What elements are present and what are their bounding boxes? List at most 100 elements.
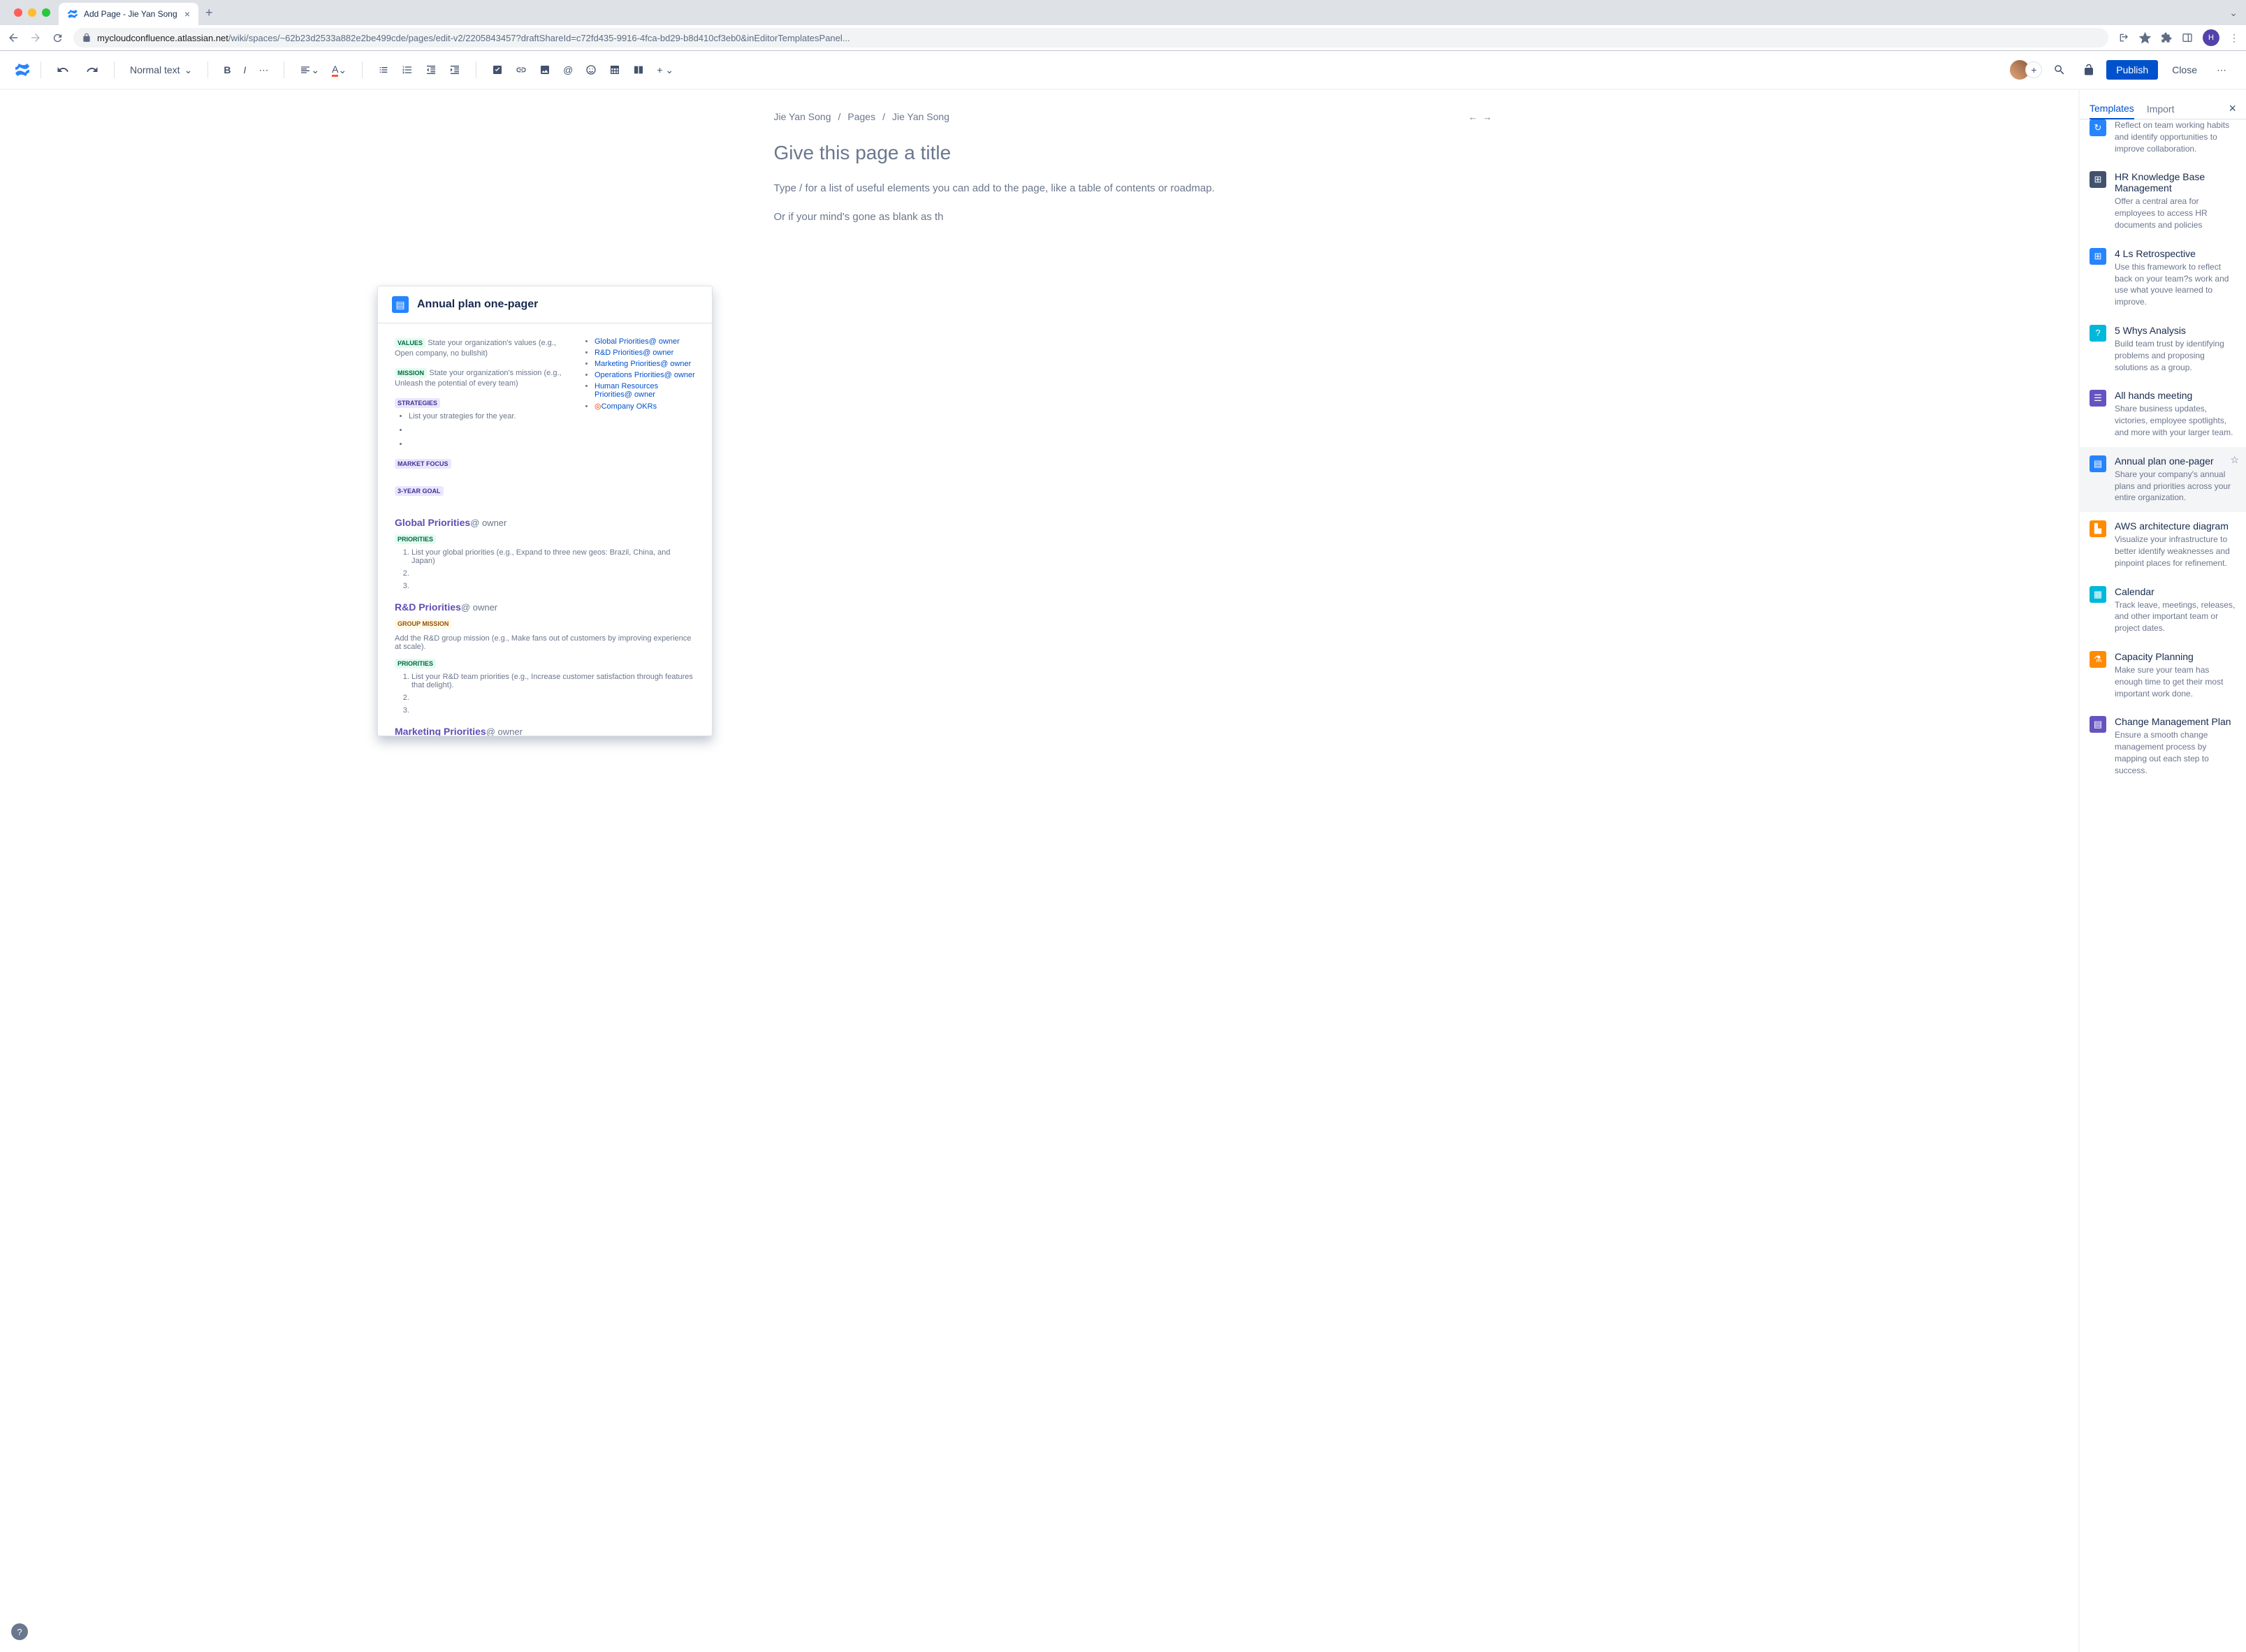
url-actions: H ⋮ [2118, 29, 2239, 46]
insert-more-button[interactable]: + ⌄ [651, 60, 679, 80]
share-icon[interactable] [2118, 32, 2129, 43]
confluence-logo[interactable] [14, 61, 31, 78]
window-close[interactable] [14, 8, 22, 17]
template-desc: Visualize your infrastructure to better … [2115, 534, 2236, 569]
star-icon[interactable] [2139, 32, 2151, 44]
breadcrumb: Jie Yan Song / Pages / Jie Yan Song ← → [774, 111, 1305, 122]
text-style-dropdown[interactable]: Normal text ⌄ [124, 61, 198, 79]
outdent-button[interactable] [420, 60, 442, 80]
template-list[interactable]: ↻ Reflect on team working habits and ide… [2080, 119, 2246, 1652]
chrome-menu-icon[interactable]: ⋮ [2229, 32, 2239, 44]
browser-tab[interactable]: Add Page - Jie Yan Song × [59, 3, 198, 25]
tab-close-icon[interactable]: × [184, 8, 190, 20]
template-item[interactable]: ☰ All hands meeting Share business updat… [2080, 381, 2246, 446]
mission-label: MISSION [395, 368, 427, 378]
mention-button[interactable]: @ [557, 60, 578, 80]
bullet-list-button[interactable] [372, 60, 395, 80]
template-desc: Ensure a smooth change management proces… [2115, 729, 2236, 776]
template-item[interactable]: ▦ Calendar Track leave, meetings, releas… [2080, 578, 2246, 643]
more-formatting-button[interactable]: ⋯ [253, 60, 274, 80]
window-minimize[interactable] [28, 8, 36, 17]
template-icon: ⊞ [2090, 171, 2106, 188]
bold-button[interactable]: B [218, 60, 236, 80]
close-editor-button[interactable]: Close [2164, 60, 2205, 80]
new-tab-button[interactable]: + [198, 6, 220, 20]
sidepanel-icon[interactable] [2182, 32, 2193, 43]
breadcrumb-item[interactable]: Pages [847, 111, 875, 122]
template-title: Annual plan one-pager [2115, 455, 2236, 467]
nav-reload-button[interactable] [52, 32, 64, 44]
tabs-chevron-icon[interactable]: ⌄ [2221, 7, 2246, 19]
search-button[interactable] [2048, 59, 2071, 80]
restrictions-button[interactable] [2077, 59, 2101, 80]
publish-button[interactable]: Publish [2106, 60, 2158, 80]
template-title: All hands meeting [2115, 390, 2236, 401]
template-preview-icon: ▤ [392, 296, 409, 313]
emoji-button[interactable] [580, 60, 602, 80]
link-button[interactable] [510, 60, 532, 80]
template-desc: Share your company's annual plans and pr… [2115, 469, 2236, 504]
nav-back-button[interactable] [7, 31, 20, 44]
marketing-priorities-heading: Marketing Priorities@ owner [395, 726, 695, 736]
editor-area[interactable]: Jie Yan Song / Pages / Jie Yan Song ← → … [0, 90, 2078, 1652]
profile-avatar[interactable]: H [2203, 29, 2219, 46]
traffic-lights [6, 8, 59, 17]
url-bar: mycloudconfluence.atlassian.net/wiki/spa… [0, 25, 2246, 50]
strategies-label: STRATEGIES [395, 398, 440, 408]
template-preview-popup: ▤ Annual plan one-pager VALUES State you… [377, 286, 713, 736]
template-desc: Use this framework to reflect back on yo… [2115, 261, 2236, 308]
template-icon: ▦ [2090, 586, 2106, 603]
lock-icon [82, 33, 92, 43]
expand-width-button[interactable]: ← → [1468, 112, 1494, 122]
template-icon: ▙ [2090, 520, 2106, 537]
templates-tab[interactable]: Templates [2090, 98, 2134, 119]
template-title: HR Knowledge Base Management [2115, 171, 2236, 193]
breadcrumb-item[interactable]: Jie Yan Song [774, 111, 831, 122]
breadcrumb-item[interactable]: Jie Yan Song [892, 111, 949, 122]
url-field[interactable]: mycloudconfluence.atlassian.net/wiki/spa… [73, 28, 2108, 47]
template-item[interactable]: ▤ Annual plan one-pager Share your compa… [2080, 447, 2246, 512]
template-icon: ? [2090, 325, 2106, 342]
layouts-button[interactable] [627, 60, 650, 80]
template-item[interactable]: ? 5 Whys Analysis Build team trust by id… [2080, 316, 2246, 381]
tab-title: Add Page - Jie Yan Song [84, 9, 179, 19]
template-icon: ▤ [2090, 455, 2106, 472]
redo-button[interactable] [80, 59, 104, 80]
template-title: Capacity Planning [2115, 651, 2236, 662]
editor-hint: Type / for a list of useful elements you… [774, 182, 1305, 194]
template-item[interactable]: ⊞ HR Knowledge Base Management Offer a c… [2080, 163, 2246, 239]
add-collaborator-button[interactable]: + [2025, 61, 2042, 78]
text-color-button[interactable]: A ⌄ [326, 59, 352, 81]
templates-panel: Templates Import × ↻ Reflect on team wor… [2078, 90, 2246, 1652]
template-desc: Share business updates, victories, emplo… [2115, 403, 2236, 438]
template-icon: ↻ [2090, 119, 2106, 136]
template-item[interactable]: ⚗ Capacity Planning Make sure your team … [2080, 643, 2246, 708]
window-maximize[interactable] [42, 8, 50, 17]
extensions-icon[interactable] [2161, 32, 2172, 43]
template-title: 5 Whys Analysis [2115, 325, 2236, 336]
more-actions-button[interactable]: ⋯ [2211, 60, 2232, 80]
app-toolbar: Normal text ⌄ B I ⋯ ⌄ A ⌄ @ + ⌄ + Publis… [0, 51, 2246, 90]
import-tab[interactable]: Import [2147, 99, 2175, 119]
image-button[interactable] [534, 60, 556, 80]
indent-button[interactable] [444, 60, 466, 80]
star-icon[interactable]: ☆ [2230, 454, 2239, 466]
template-item[interactable]: ⊞ 4 Ls Retrospective Use this framework … [2080, 240, 2246, 316]
template-item[interactable]: ↻ Reflect on team working habits and ide… [2080, 119, 2246, 163]
priority-links: Global Priorities@ owner R&D Priorities@… [583, 337, 695, 411]
panel-close-button[interactable]: × [2229, 101, 2236, 116]
template-item[interactable]: ▤ Change Management Plan Ensure a smooth… [2080, 708, 2246, 784]
url-text: mycloudconfluence.atlassian.net/wiki/spa… [97, 33, 850, 43]
help-button[interactable]: ? [11, 1623, 28, 1640]
template-icon: ☰ [2090, 390, 2106, 407]
table-button[interactable] [604, 60, 626, 80]
numbered-list-button[interactable] [396, 60, 418, 80]
action-item-button[interactable] [486, 60, 509, 80]
align-button[interactable]: ⌄ [294, 59, 325, 81]
italic-button[interactable]: I [238, 60, 251, 80]
browser-chrome: Add Page - Jie Yan Song × + ⌄ mycloudcon… [0, 0, 2246, 51]
template-item[interactable]: ▙ AWS architecture diagram Visualize you… [2080, 512, 2246, 577]
page-title-input[interactable]: Give this page a title [774, 142, 1305, 164]
undo-button[interactable] [51, 59, 75, 80]
template-icon: ⊞ [2090, 248, 2106, 265]
